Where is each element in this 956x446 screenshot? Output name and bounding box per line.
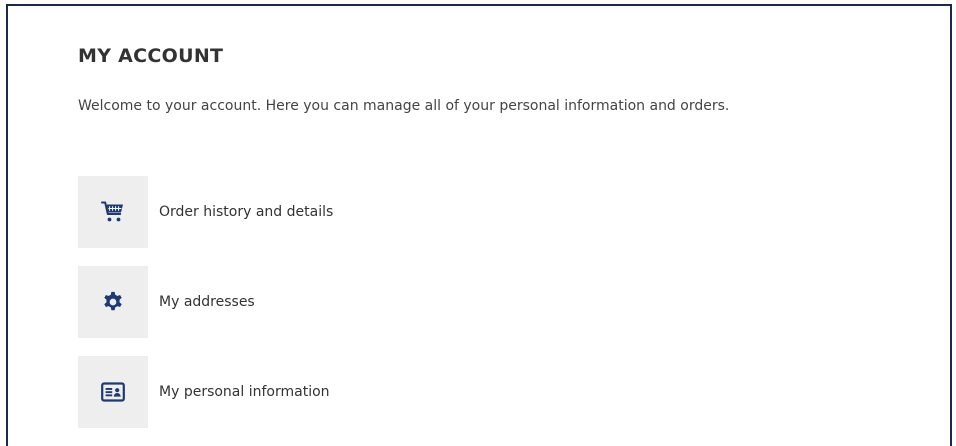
page-title: MY ACCOUNT <box>78 45 224 67</box>
gear-icon <box>104 291 122 311</box>
my-addresses-icon-box[interactable] <box>78 266 148 338</box>
order-history-link[interactable]: Order history and details <box>78 176 333 248</box>
id-card-icon <box>101 382 125 402</box>
my-addresses-link[interactable]: My addresses <box>78 266 255 338</box>
cart-icon <box>101 201 123 222</box>
account-panel: MY ACCOUNT Welcome to your account. Here… <box>6 4 952 446</box>
welcome-text: Welcome to your account. Here you can ma… <box>78 98 730 114</box>
personal-information-link[interactable]: My personal information <box>78 356 330 428</box>
order-history-icon-box[interactable] <box>78 176 148 248</box>
my-addresses-label[interactable]: My addresses <box>159 294 255 310</box>
personal-information-label[interactable]: My personal information <box>159 384 330 400</box>
personal-information-icon-box[interactable] <box>78 356 148 428</box>
order-history-label[interactable]: Order history and details <box>159 204 333 220</box>
